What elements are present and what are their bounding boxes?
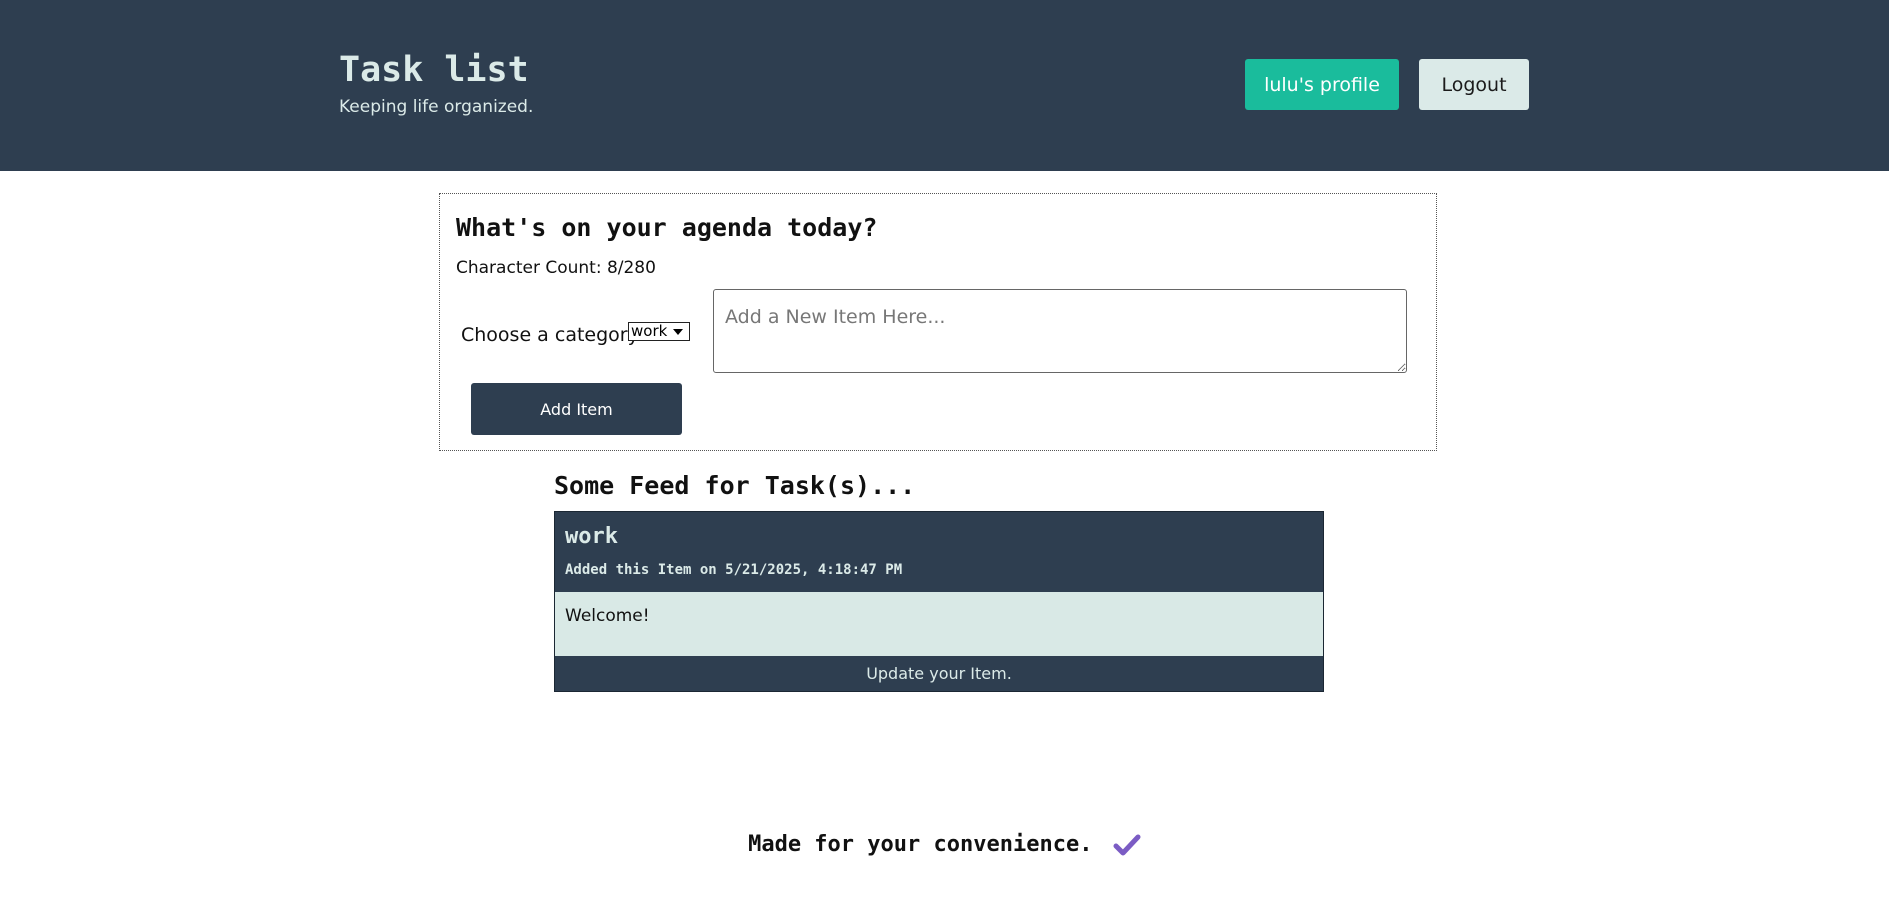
profile-button[interactable]: lulu's profile — [1245, 59, 1399, 110]
task-card-body: Welcome! — [555, 592, 1323, 656]
chevron-down-icon — [673, 329, 683, 335]
page-title: Task list — [339, 50, 529, 90]
feed-heading: Some Feed for Task(s)... — [554, 471, 916, 500]
task-category: work — [565, 524, 618, 549]
task-added-date: Added this Item on 5/21/2025, 4:18:47 PM — [565, 562, 903, 578]
new-item-form: What's on your agenda today? Character C… — [439, 193, 1437, 451]
category-selected-value: work — [631, 322, 668, 340]
site-header: Task list Keeping life organized. lulu's… — [0, 0, 1889, 171]
character-count: Character Count: 8/280 — [456, 258, 656, 278]
form-heading: What's on your agenda today? — [456, 213, 878, 242]
task-card-header: work Added this Item on 5/21/2025, 4:18:… — [555, 512, 1323, 592]
task-text: Welcome! — [565, 606, 650, 626]
check-icon — [1113, 834, 1141, 856]
category-label: Choose a category: — [461, 324, 644, 346]
page-tagline: Keeping life organized. — [339, 97, 534, 117]
page-footer: Made for your convenience. — [0, 827, 1889, 863]
update-item-link[interactable]: Update your Item. — [555, 656, 1323, 691]
add-item-button[interactable]: Add Item — [471, 383, 682, 435]
category-select[interactable]: work — [628, 322, 690, 341]
new-item-input[interactable] — [713, 289, 1407, 373]
task-card: work Added this Item on 5/21/2025, 4:18:… — [554, 511, 1324, 692]
logout-button[interactable]: Logout — [1419, 59, 1529, 110]
footer-text: Made for your convenience. — [748, 832, 1093, 857]
